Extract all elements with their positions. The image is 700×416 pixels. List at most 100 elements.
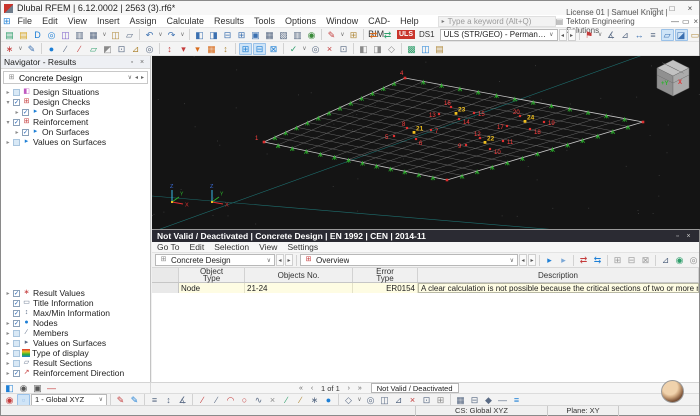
column-header-object-type[interactable]: Object Type xyxy=(179,268,245,283)
undo-icon[interactable]: ↶ xyxy=(143,29,156,41)
render-view-icon[interactable]: ▣ xyxy=(249,29,262,41)
checkbox[interactable] xyxy=(13,88,20,96)
partial-view-icon[interactable]: ◧ xyxy=(357,43,370,55)
circle-icon[interactable]: ○ xyxy=(238,394,251,406)
expand-chevron-icon[interactable]: ▸ xyxy=(5,320,11,327)
menu-calculate[interactable]: Calculate xyxy=(161,15,209,28)
rotate-icon[interactable]: ◎ xyxy=(364,394,377,406)
menu-help[interactable]: Help xyxy=(395,15,424,28)
mesh-refine-icon[interactable]: ⊠ xyxy=(267,43,280,55)
work-plane-icon[interactable]: ▫ xyxy=(17,393,30,406)
menu-view[interactable]: View xyxy=(63,15,92,28)
surface-tool-icon[interactable]: ▱ xyxy=(87,43,100,55)
delete-results-icon[interactable]: × xyxy=(323,43,336,55)
select-in-model-icon[interactable]: ▸ xyxy=(543,254,556,266)
menu-insert[interactable]: Insert xyxy=(92,15,125,28)
checkbox[interactable] xyxy=(13,359,20,367)
visibility-icon[interactable]: ◉ xyxy=(305,29,318,41)
select-all-icon[interactable]: ⊡ xyxy=(420,394,433,406)
3d-viewport[interactable]: 4 1 21 5 8 7 6 23 16 13 15 14 24 20 17 19 18 22 12 9 11 10 Z X Y… xyxy=(152,56,700,229)
select-relations-icon[interactable]: ▸ xyxy=(557,254,570,266)
connect-views-icon[interactable]: ⊟ xyxy=(221,29,234,41)
checkbox[interactable]: ✓ xyxy=(13,369,20,377)
calculate-menu-arrow[interactable]: ∨ xyxy=(339,29,346,41)
copy-icon[interactable]: ◫ xyxy=(109,29,122,41)
result-table-icon[interactable]: ⊞ xyxy=(347,29,360,41)
imposed-load-icon[interactable]: ↕ xyxy=(219,43,232,55)
expand-chevron-icon[interactable]: ▾ xyxy=(5,99,11,106)
sync-selection-icon[interactable]: ⇆ xyxy=(591,254,604,266)
checkbox[interactable]: ✓ xyxy=(13,309,20,317)
pin-panel-icon[interactable]: ▫ xyxy=(127,59,137,66)
line-tool-icon[interactable]: ∕ xyxy=(59,43,72,55)
prev-design-button[interactable]: ◂ xyxy=(276,254,284,266)
mdi-close-button[interactable]: × xyxy=(693,17,699,26)
tree-item-result-values[interactable]: ▸ ✓ ∗ Result Values xyxy=(1,288,150,298)
print-icon[interactable]: ▦ xyxy=(87,29,100,41)
close-panel-icon[interactable]: × xyxy=(683,233,694,240)
display-properties-icon[interactable]: ▦ xyxy=(263,29,276,41)
prev-view-button[interactable]: ◂ xyxy=(519,254,527,266)
load-case-icon[interactable]: ↕ xyxy=(163,43,176,55)
section-icon[interactable]: ▱ xyxy=(660,28,674,41)
model-check-menu[interactable]: ∨ xyxy=(301,43,308,55)
next-design-button[interactable]: ▸ xyxy=(285,254,293,266)
clipping-box-icon[interactable]: ◪ xyxy=(674,28,688,41)
load-combination-select[interactable]: ULS (STR/GEO) - Permanent a... ∨ xyxy=(439,28,558,41)
import-icon[interactable]: ◫ xyxy=(59,29,72,41)
tree-item-nodes[interactable]: ▸ ✓ ● Nodes xyxy=(1,318,150,328)
favorites-menu-arrow[interactable]: ∨ xyxy=(597,29,604,41)
open-model-icon[interactable]: ▤ xyxy=(17,29,30,41)
tree-item-values-on-surfaces[interactable]: ▸ ▸ Values on Surfaces xyxy=(1,137,150,147)
mesh-settings-icon[interactable]: ⊟ xyxy=(253,42,266,55)
result-values-tool-icon[interactable]: ⊡ xyxy=(337,43,350,55)
node-insert-icon[interactable]: ● xyxy=(322,394,335,406)
new-window-icon[interactable]: ⊞ xyxy=(235,29,248,41)
tree-item-reinforcement[interactable]: ▾ ✓ ⊞ Reinforcement xyxy=(1,117,150,127)
favorites-icon[interactable]: ⚑ xyxy=(583,29,596,41)
expand-chevron-icon[interactable]: ▸ xyxy=(5,350,11,357)
mesh-icon[interactable]: ⊞ xyxy=(239,42,252,55)
auto-refresh-off-icon[interactable]: ◎ xyxy=(687,254,700,266)
move-icon[interactable]: ◇ xyxy=(342,394,355,406)
notes-icon[interactable]: ▭ xyxy=(689,29,700,41)
panel-view-select[interactable]: ⊞ Overview ∨ xyxy=(300,254,518,266)
expand-chevron-icon[interactable]: ▸ xyxy=(5,89,11,96)
tree-item-on-surfaces[interactable]: ▸ ✓ ▸ On Surfaces xyxy=(1,107,150,117)
expand-chevron-icon[interactable]: ▸ xyxy=(5,340,11,347)
window-single-icon[interactable]: ◧ xyxy=(193,29,206,41)
spline-icon[interactable]: ∿ xyxy=(252,394,265,406)
save-icon[interactable]: ▥ xyxy=(73,29,86,41)
checkbox[interactable] xyxy=(13,329,20,337)
first-record-button[interactable]: « xyxy=(296,385,306,392)
move-menu-arrow[interactable]: ∨ xyxy=(356,394,363,406)
expand-chevron-icon[interactable]: ▸ xyxy=(14,109,20,116)
checkbox[interactable]: ✓ xyxy=(13,299,20,307)
node-tool-icon[interactable]: ● xyxy=(45,43,58,55)
calculate-icon[interactable]: ✎ xyxy=(325,29,338,41)
checkbox[interactable]: ✓ xyxy=(22,108,29,116)
redo-menu-arrow[interactable]: ∨ xyxy=(179,29,186,41)
pin-panel-icon[interactable]: ▫ xyxy=(672,233,683,240)
next-view-button[interactable]: ▸ xyxy=(528,254,536,266)
paste-icon[interactable]: ▱ xyxy=(123,29,136,41)
trim-icon[interactable]: × xyxy=(266,394,279,406)
checkbox[interactable]: ✓ xyxy=(13,98,20,106)
tree-item-members[interactable]: ▸ ∕ Members xyxy=(1,328,150,338)
menu-results[interactable]: Results xyxy=(209,15,249,28)
tree-item-result-sections[interactable]: ▸ ▱ Result Sections xyxy=(1,358,150,368)
ruler-icon[interactable]: ≡ xyxy=(148,394,161,406)
slope-icon[interactable]: ⊿ xyxy=(659,254,672,266)
prev-design-icon[interactable]: ◂ xyxy=(135,74,138,81)
nodal-load-icon[interactable]: ▾ xyxy=(177,43,190,55)
expand-chevron-icon[interactable]: ▸ xyxy=(5,139,11,146)
checkbox[interactable]: ✓ xyxy=(13,289,20,297)
checkbox[interactable]: ✓ xyxy=(13,319,20,327)
jump-to-model-icon[interactable]: ⇄ xyxy=(577,254,590,266)
table-manager-icon[interactable]: ⊞ xyxy=(3,16,11,26)
navigation-cube[interactable]: +Y X xyxy=(656,59,690,97)
checkbox[interactable] xyxy=(13,349,20,357)
regenerate-icon[interactable]: ◎ xyxy=(309,43,322,55)
tree-item-type-of-display[interactable]: ▸ Type of display xyxy=(1,348,150,358)
print-graphic-icon[interactable]: ▥ xyxy=(291,29,304,41)
